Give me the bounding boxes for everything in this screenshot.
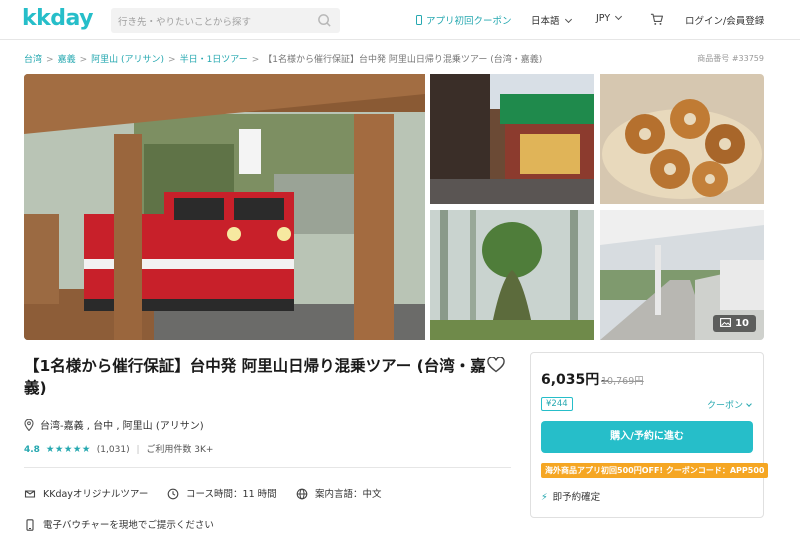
app-coupon-link[interactable]: アプリ初回クーポン	[416, 13, 512, 27]
operator-badge-icon	[24, 490, 36, 498]
product-number: 商品番号 #33759	[697, 54, 764, 63]
feature-operator: KKdayオリジナルツアー	[24, 486, 148, 500]
login-register-link[interactable]: ログイン/会員登録	[685, 13, 764, 27]
breadcrumb-separator: >	[46, 55, 54, 65]
breadcrumb-separator: >	[79, 55, 88, 65]
rating-score: 4.8	[24, 445, 40, 455]
original-price: 10,769円	[601, 376, 644, 387]
booking-card: 6,035円~ 10,769円 ¥244 クーポン 購入/予約に進む 海外商品ア…	[530, 352, 769, 518]
photo-pastries[interactable]	[600, 74, 764, 204]
top-header: kkday 行き先・やりたいことから探す アプリ初回クーポン 日本語 JPY ロ…	[0, 0, 800, 40]
clock-icon	[167, 488, 179, 500]
breadcrumb-item[interactable]: 嘉義	[58, 55, 76, 65]
heart-icon[interactable]	[487, 357, 505, 373]
breadcrumb: 台湾 > 嘉義 > 阿里山 (アリサン) > 半日・1日ツアー > 【1名様から催行保証】台中発…	[24, 52, 542, 65]
usage-count: ご利用件数 3K+	[146, 445, 214, 455]
chevron-down-icon	[746, 401, 752, 407]
feature-voucher-label: 電子バウチャーを現地でご提示ください	[43, 520, 214, 531]
current-price: 6,035円~	[541, 369, 609, 389]
promo-banner: 海外商品アプリ初回500円OFF! クーポンコード：APP500	[541, 463, 769, 478]
photo-old-street[interactable]	[430, 74, 594, 204]
search-bar[interactable]: 行き先・やりたいことから探す	[111, 8, 340, 33]
phone-icon	[416, 15, 422, 25]
kkday-logo[interactable]: kkday	[22, 6, 94, 31]
coupon-label: クーポン	[706, 401, 743, 411]
book-now-button[interactable]: 購入/予約に進む	[541, 421, 753, 453]
breadcrumb-item[interactable]: 阿里山 (アリサン)	[91, 55, 164, 65]
search-input[interactable]: 行き先・やりたいことから探す	[118, 14, 251, 28]
review-count[interactable]: (1,031)	[97, 445, 130, 455]
photo-gallery: 10	[24, 74, 764, 340]
product-title: 【1名様から催行保証】台中発 阿里山日帰り混乗ツアー (台湾・嘉義)	[24, 357, 486, 397]
feature-language-label: 案内言語：中文	[315, 489, 382, 500]
breadcrumb-separator: >	[168, 55, 176, 65]
feature-voucher: 電子バウチャーを現地でご提示ください	[24, 517, 214, 531]
location-pin-icon	[24, 419, 34, 431]
photo-count-label: 10	[735, 318, 749, 329]
feature-operator-label: KKdayオリジナルツアー	[43, 489, 149, 500]
phone-voucher-icon	[26, 519, 34, 531]
photo-count-badge[interactable]: 10	[713, 315, 756, 332]
image-icon	[720, 318, 732, 327]
section-divider	[24, 467, 511, 468]
chevron-down-icon	[615, 12, 623, 21]
coupon-dropdown[interactable]: クーポン	[706, 398, 752, 411]
feature-duration: コース時間：11 時間	[167, 486, 277, 500]
photo-sacred-tree[interactable]	[430, 210, 594, 340]
points-badge: ¥244	[541, 397, 573, 411]
language-label: 日本語	[531, 16, 560, 27]
feature-language: 案内言語：中文	[296, 486, 382, 500]
language-selector[interactable]: 日本語	[531, 13, 572, 27]
lightning-icon: ⚡	[541, 492, 548, 503]
search-icon[interactable]	[317, 13, 332, 28]
rating-separator: |	[136, 445, 140, 455]
globe-icon	[296, 488, 308, 500]
breadcrumb-separator: >	[251, 55, 260, 65]
breadcrumb-item[interactable]: 半日・1日ツアー	[180, 55, 248, 65]
location-row: 台湾-嘉義 , 台中 , 阿里山 (アリサン)	[24, 417, 204, 432]
main-photo-train[interactable]	[24, 74, 425, 340]
breadcrumb-item[interactable]: 台湾	[24, 55, 42, 65]
feature-duration-label: コース時間：11 時間	[186, 489, 277, 500]
breadcrumb-current: 【1名様から催行保証】台中発 阿里山日帰り混乗ツアー (台湾・嘉義)	[263, 55, 543, 65]
currency-selector[interactable]: JPY	[596, 12, 623, 24]
app-coupon-label: アプリ初回クーポン	[426, 16, 512, 27]
rating-stars: ★★★★★	[45, 444, 91, 455]
chevron-down-icon	[564, 15, 572, 24]
price-value: 6,035円	[541, 372, 600, 388]
location-text[interactable]: 台湾-嘉義 , 台中 , 阿里山 (アリサン)	[40, 421, 204, 432]
cart-icon[interactable]	[650, 13, 664, 26]
rating-row: 4.8 ★★★★★ (1,031) | ご利用件数 3K+	[24, 442, 213, 455]
instant-confirm-label: 即予約確定	[552, 492, 601, 503]
currency-label: JPY	[596, 13, 611, 24]
instant-confirm: ⚡ 即予約確定	[541, 489, 600, 503]
